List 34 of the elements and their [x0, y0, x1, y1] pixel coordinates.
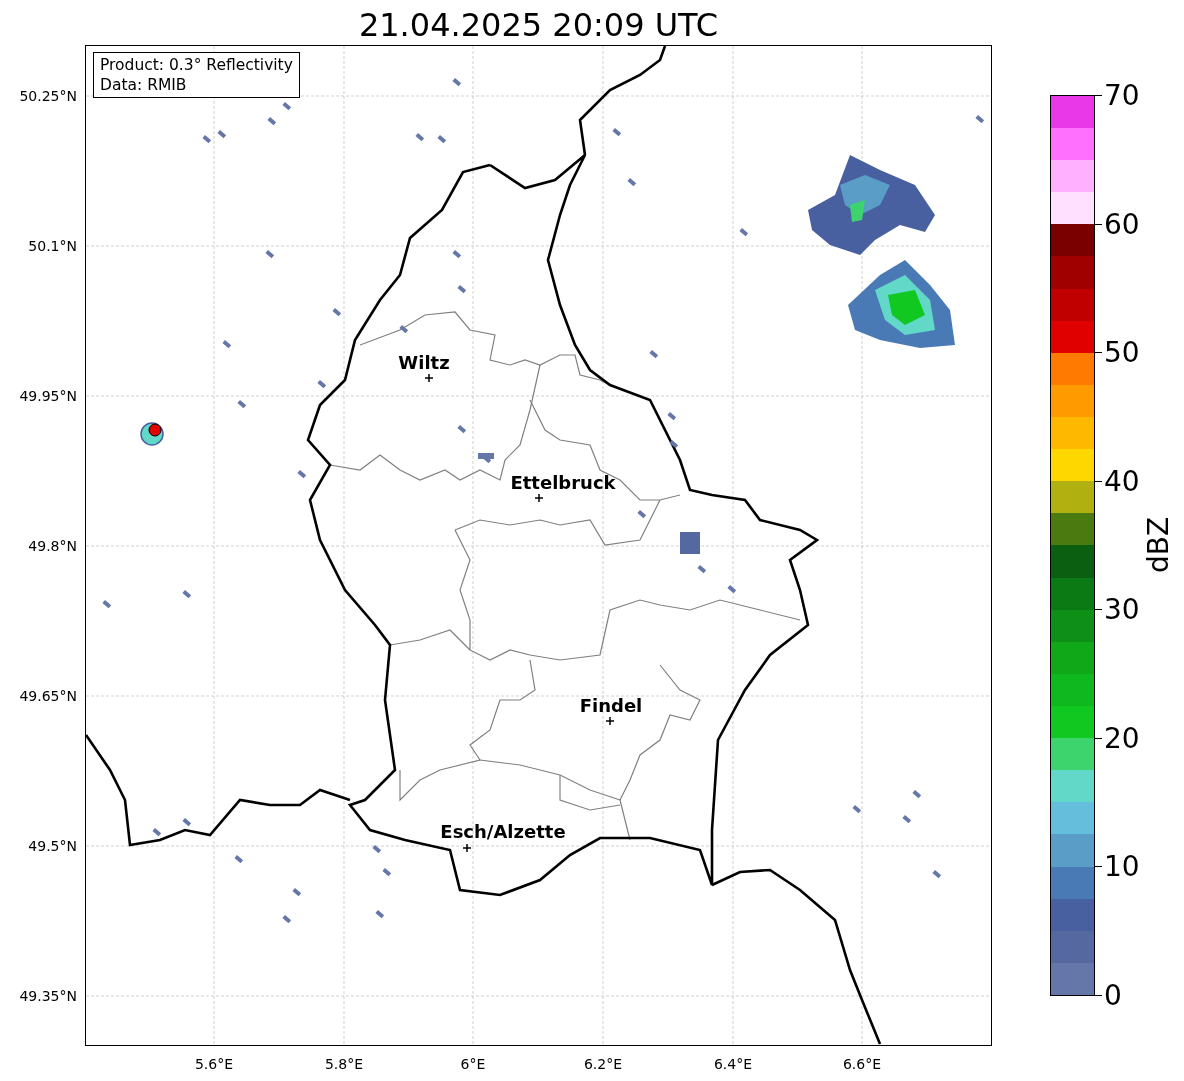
y-tick-label: 49.5°N: [28, 838, 77, 854]
scale-tick-label: 60: [1104, 210, 1140, 239]
x-tick-label: 6.4°E: [713, 1056, 753, 1072]
x-tick-label: 5.6°E: [194, 1056, 234, 1072]
x-tick-label: 6.2°E: [583, 1056, 623, 1072]
scale-label: dBZ: [1141, 516, 1175, 574]
info-text: Product: 0.3° Reflectivity: [100, 55, 293, 75]
x-tick-label: 5.8°E: [324, 1056, 364, 1072]
chart-title: 21.04.2025 20:09 UTC: [358, 5, 719, 45]
x-tick-label: 6°E: [460, 1056, 486, 1072]
info-text: Data: RMIB: [100, 75, 188, 95]
y-tick-label: 49.95°N: [19, 388, 77, 404]
scale-tick-label: 30: [1104, 596, 1140, 625]
city-marker-icon: [462, 843, 472, 853]
city-label: Esch/Alzette: [440, 820, 566, 842]
y-tick-label: 49.65°N: [19, 688, 77, 704]
scale-tick-label: 0: [1104, 982, 1122, 1010]
city-marker-icon: [605, 716, 615, 726]
y-tick-label: 50.25°N: [19, 88, 77, 104]
scale-tick-label: 20: [1104, 724, 1140, 753]
city-marker-icon: [424, 373, 434, 383]
scale-tick-label: 40: [1104, 467, 1140, 496]
city-label: Ettelbruck: [510, 471, 616, 493]
y-tick-label: 49.8°N: [28, 538, 77, 554]
scale-tick-label: 10: [1104, 853, 1140, 882]
y-tick-label: 50.1°N: [28, 238, 77, 254]
scale-tick-label: 50: [1104, 339, 1140, 368]
city-label: Wiltz: [398, 351, 450, 373]
x-tick-label: 6.6°E: [842, 1056, 882, 1072]
radar-site-icon: [148, 423, 162, 437]
y-tick-label: 49.35°N: [19, 988, 77, 1004]
city-label: Findel: [579, 694, 643, 716]
scale-tick-label: 70: [1104, 82, 1140, 110]
city-marker-icon: [534, 493, 544, 503]
